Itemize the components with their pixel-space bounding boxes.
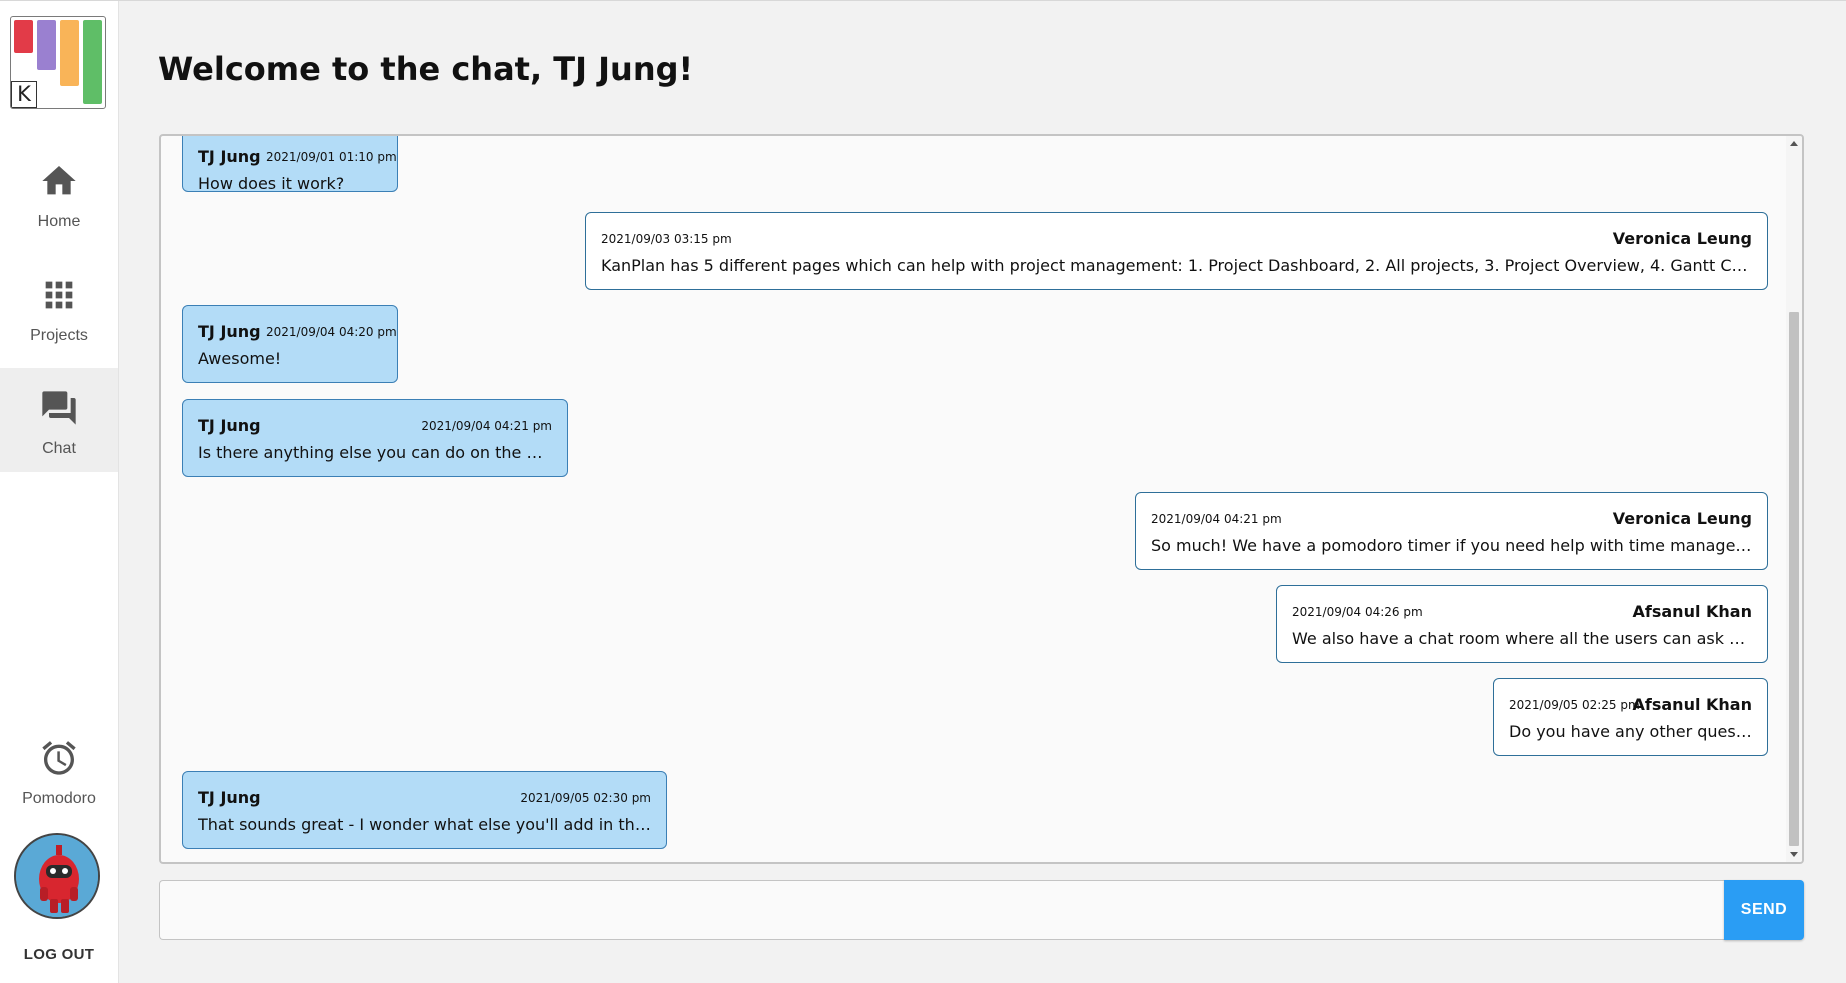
message-timestamp: 2021/09/04 04:26 pm	[1292, 605, 1423, 619]
alarm-clock-icon	[42, 741, 76, 775]
chat-message: 2021/09/03 03:15 pm Veronica Leung KanPl…	[585, 212, 1768, 290]
message-sender: TJ Jung	[198, 322, 261, 341]
message-header: 2021/09/05 02:25 pm Afsanul Khan	[1509, 695, 1752, 715]
logo-bar-orange	[60, 20, 79, 86]
chat-message: TJ Jung 2021/09/04 04:21 pm Is there any…	[182, 399, 568, 477]
message-header: TJ Jung 2021/09/04 04:20 pm	[198, 322, 397, 342]
logo-bar-green	[83, 20, 102, 104]
chat-messages-panel[interactable]: TJ Jung 2021/09/01 01:10 pm How does it …	[159, 134, 1804, 864]
nav-home-label: Home	[37, 213, 81, 230]
message-sender: Afsanul Khan	[1632, 602, 1752, 621]
message-header: 2021/09/03 03:15 pm Veronica Leung	[601, 229, 1752, 249]
chat-scrollbar[interactable]	[1786, 136, 1802, 862]
nav-chat[interactable]: Chat	[0, 368, 118, 472]
message-text: Do you have any other questions?	[1509, 722, 1755, 741]
message-timestamp: 2021/09/04 04:20 pm	[266, 325, 397, 339]
chat-message: 2021/09/05 02:25 pm Afsanul Khan Do you …	[1493, 678, 1768, 756]
message-text: How does it work?	[198, 174, 345, 193]
avatar[interactable]	[14, 833, 100, 919]
message-timestamp: 2021/09/05 02:30 pm	[520, 791, 651, 805]
home-icon	[42, 166, 76, 195]
message-header: TJ Jung 2021/09/05 02:30 pm	[198, 788, 651, 808]
message-text: So much! We have a pomodoro timer if you…	[1151, 536, 1755, 555]
logo-bar-purple	[37, 20, 56, 70]
chat-message: 2021/09/04 04:21 pm Veronica Leung So mu…	[1135, 492, 1768, 570]
message-text: Awesome!	[198, 349, 282, 368]
page-title: Welcome to the chat, TJ Jung!	[158, 50, 694, 88]
message-sender: TJ Jung	[198, 788, 261, 807]
message-text: That sounds great - I wonder what else y…	[198, 815, 654, 834]
message-text: Is there anything else you can do on the…	[198, 443, 555, 462]
logo-letter: K	[11, 81, 37, 108]
message-sender: Veronica Leung	[1612, 229, 1752, 248]
message-header: 2021/09/04 04:21 pm Veronica Leung	[1151, 509, 1752, 529]
message-header: TJ Jung 2021/09/01 01:10 pm	[198, 147, 397, 167]
message-sender: TJ Jung	[198, 147, 261, 166]
message-text: We also have a chat room where all the u…	[1292, 629, 1755, 648]
grid-icon	[45, 281, 73, 309]
nav-pomodoro-label: Pomodoro	[22, 790, 96, 807]
robot-avatar-icon	[16, 835, 98, 917]
nav-home[interactable]: Home	[0, 141, 118, 245]
kanplan-logo[interactable]: K	[10, 16, 106, 109]
chat-message: 2021/09/04 04:26 pm Afsanul Khan We also…	[1276, 585, 1768, 663]
message-input[interactable]	[159, 880, 1724, 940]
chat-icon	[42, 391, 76, 425]
message-timestamp: 2021/09/03 03:15 pm	[601, 232, 732, 246]
message-sender: Veronica Leung	[1612, 509, 1752, 528]
scrollbar-thumb[interactable]	[1789, 312, 1799, 846]
chat-message: TJ Jung 2021/09/05 02:30 pm That sounds …	[182, 771, 667, 849]
scroll-down-arrow-icon[interactable]	[1790, 852, 1798, 857]
nav-projects-label: Projects	[30, 327, 88, 344]
nav-projects[interactable]: Projects	[0, 255, 118, 359]
nav-pomodoro[interactable]: Pomodoro	[0, 718, 118, 822]
nav-chat-label: Chat	[42, 440, 76, 457]
message-timestamp: 2021/09/04 04:21 pm	[421, 419, 552, 433]
message-timestamp: 2021/09/05 02:25 pm	[1509, 698, 1640, 712]
message-header: 2021/09/04 04:26 pm Afsanul Khan	[1292, 602, 1752, 622]
logout-button[interactable]: LOG OUT	[0, 946, 118, 963]
logo-bar-red	[14, 20, 33, 53]
chat-message: TJ Jung 2021/09/01 01:10 pm How does it …	[182, 136, 398, 193]
chat-message: TJ Jung 2021/09/04 04:20 pm Awesome!	[182, 305, 398, 383]
message-timestamp: 2021/09/01 01:10 pm	[266, 150, 397, 164]
send-button[interactable]: SEND	[1724, 880, 1804, 940]
scroll-up-arrow-icon[interactable]	[1790, 141, 1798, 146]
message-sender: TJ Jung	[198, 416, 261, 435]
message-header: TJ Jung 2021/09/04 04:21 pm	[198, 416, 552, 436]
top-border	[0, 0, 1846, 1]
message-text: KanPlan has 5 different pages which can …	[601, 256, 1755, 275]
message-sender: Afsanul Khan	[1632, 695, 1752, 714]
sidebar: K Home Projects Chat Pomodoro LOG OUT	[0, 1, 119, 983]
message-timestamp: 2021/09/04 04:21 pm	[1151, 512, 1282, 526]
